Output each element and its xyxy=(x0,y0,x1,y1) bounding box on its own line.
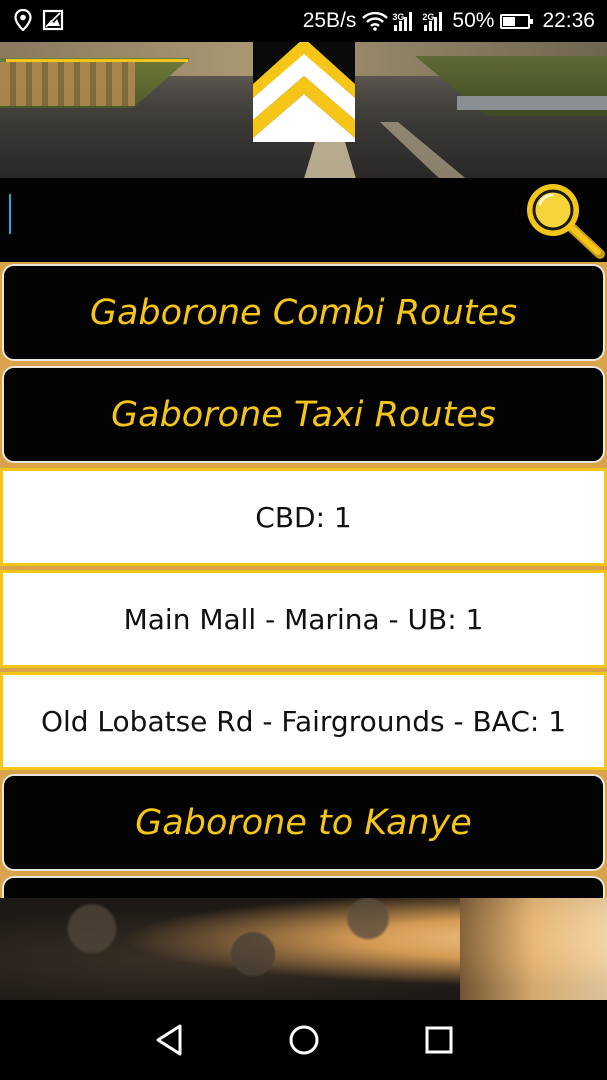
category-label: Gaborone Combi Routes xyxy=(89,292,518,333)
signal-3g-icon: 3G xyxy=(392,11,413,31)
route-item-cbd[interactable]: CBD: 1 xyxy=(0,468,607,566)
background-photo xyxy=(0,898,607,1000)
recents-icon xyxy=(425,1026,453,1054)
route-list: Gaborone Combi Routes Gaborone Taxi Rout… xyxy=(0,262,607,898)
category-label: Gaborone Taxi Routes xyxy=(111,394,496,435)
back-button[interactable] xyxy=(150,1020,190,1060)
category-gaborone-to-kanye[interactable]: Gaborone to Kanye xyxy=(2,774,605,871)
route-label: CBD: 1 xyxy=(255,500,352,534)
route-label: Old Lobatse Rd - Fairgrounds - BAC: 1 xyxy=(40,704,567,738)
search-icon xyxy=(527,184,605,259)
clock: 22:36 xyxy=(542,9,595,32)
category-label: Gaborone to Kanye xyxy=(135,802,472,843)
home-button[interactable] xyxy=(284,1020,324,1060)
route-item-old-lobatse[interactable]: Old Lobatse Rd - Fairgrounds - BAC: 1 xyxy=(0,672,607,770)
battery-percent: 50% xyxy=(452,9,495,32)
route-item-main-mall[interactable]: Main Mall - Marina - UB: 1 xyxy=(0,570,607,668)
app-logo xyxy=(253,42,355,142)
category-combi-routes[interactable]: Gaborone Combi Routes xyxy=(2,264,605,361)
navigation-bar xyxy=(0,1000,607,1080)
search-input[interactable] xyxy=(6,18,188,62)
home-icon xyxy=(289,1025,319,1055)
signal-2g-label: 2G xyxy=(422,12,435,22)
network-speed: 25B/s xyxy=(302,9,357,32)
wifi-icon xyxy=(362,11,389,31)
signal-3g-label: 3G xyxy=(392,12,405,22)
search-bar xyxy=(0,178,607,262)
search-button[interactable] xyxy=(520,178,607,262)
recents-button[interactable] xyxy=(419,1020,459,1060)
back-icon xyxy=(156,1024,182,1056)
header-banner xyxy=(0,42,607,178)
signal-2g-icon: 2G xyxy=(422,11,443,31)
route-label: Main Mall - Marina - UB: 1 xyxy=(123,602,484,636)
text-cursor xyxy=(9,194,11,234)
battery-icon xyxy=(500,13,534,29)
category-taxi-routes[interactable]: Gaborone Taxi Routes xyxy=(2,366,605,463)
category-next-partial[interactable] xyxy=(2,876,605,898)
app-screen: 25B/s 3G 2G 50% 22:36 Gaborone Combi Rou… xyxy=(0,0,607,1080)
